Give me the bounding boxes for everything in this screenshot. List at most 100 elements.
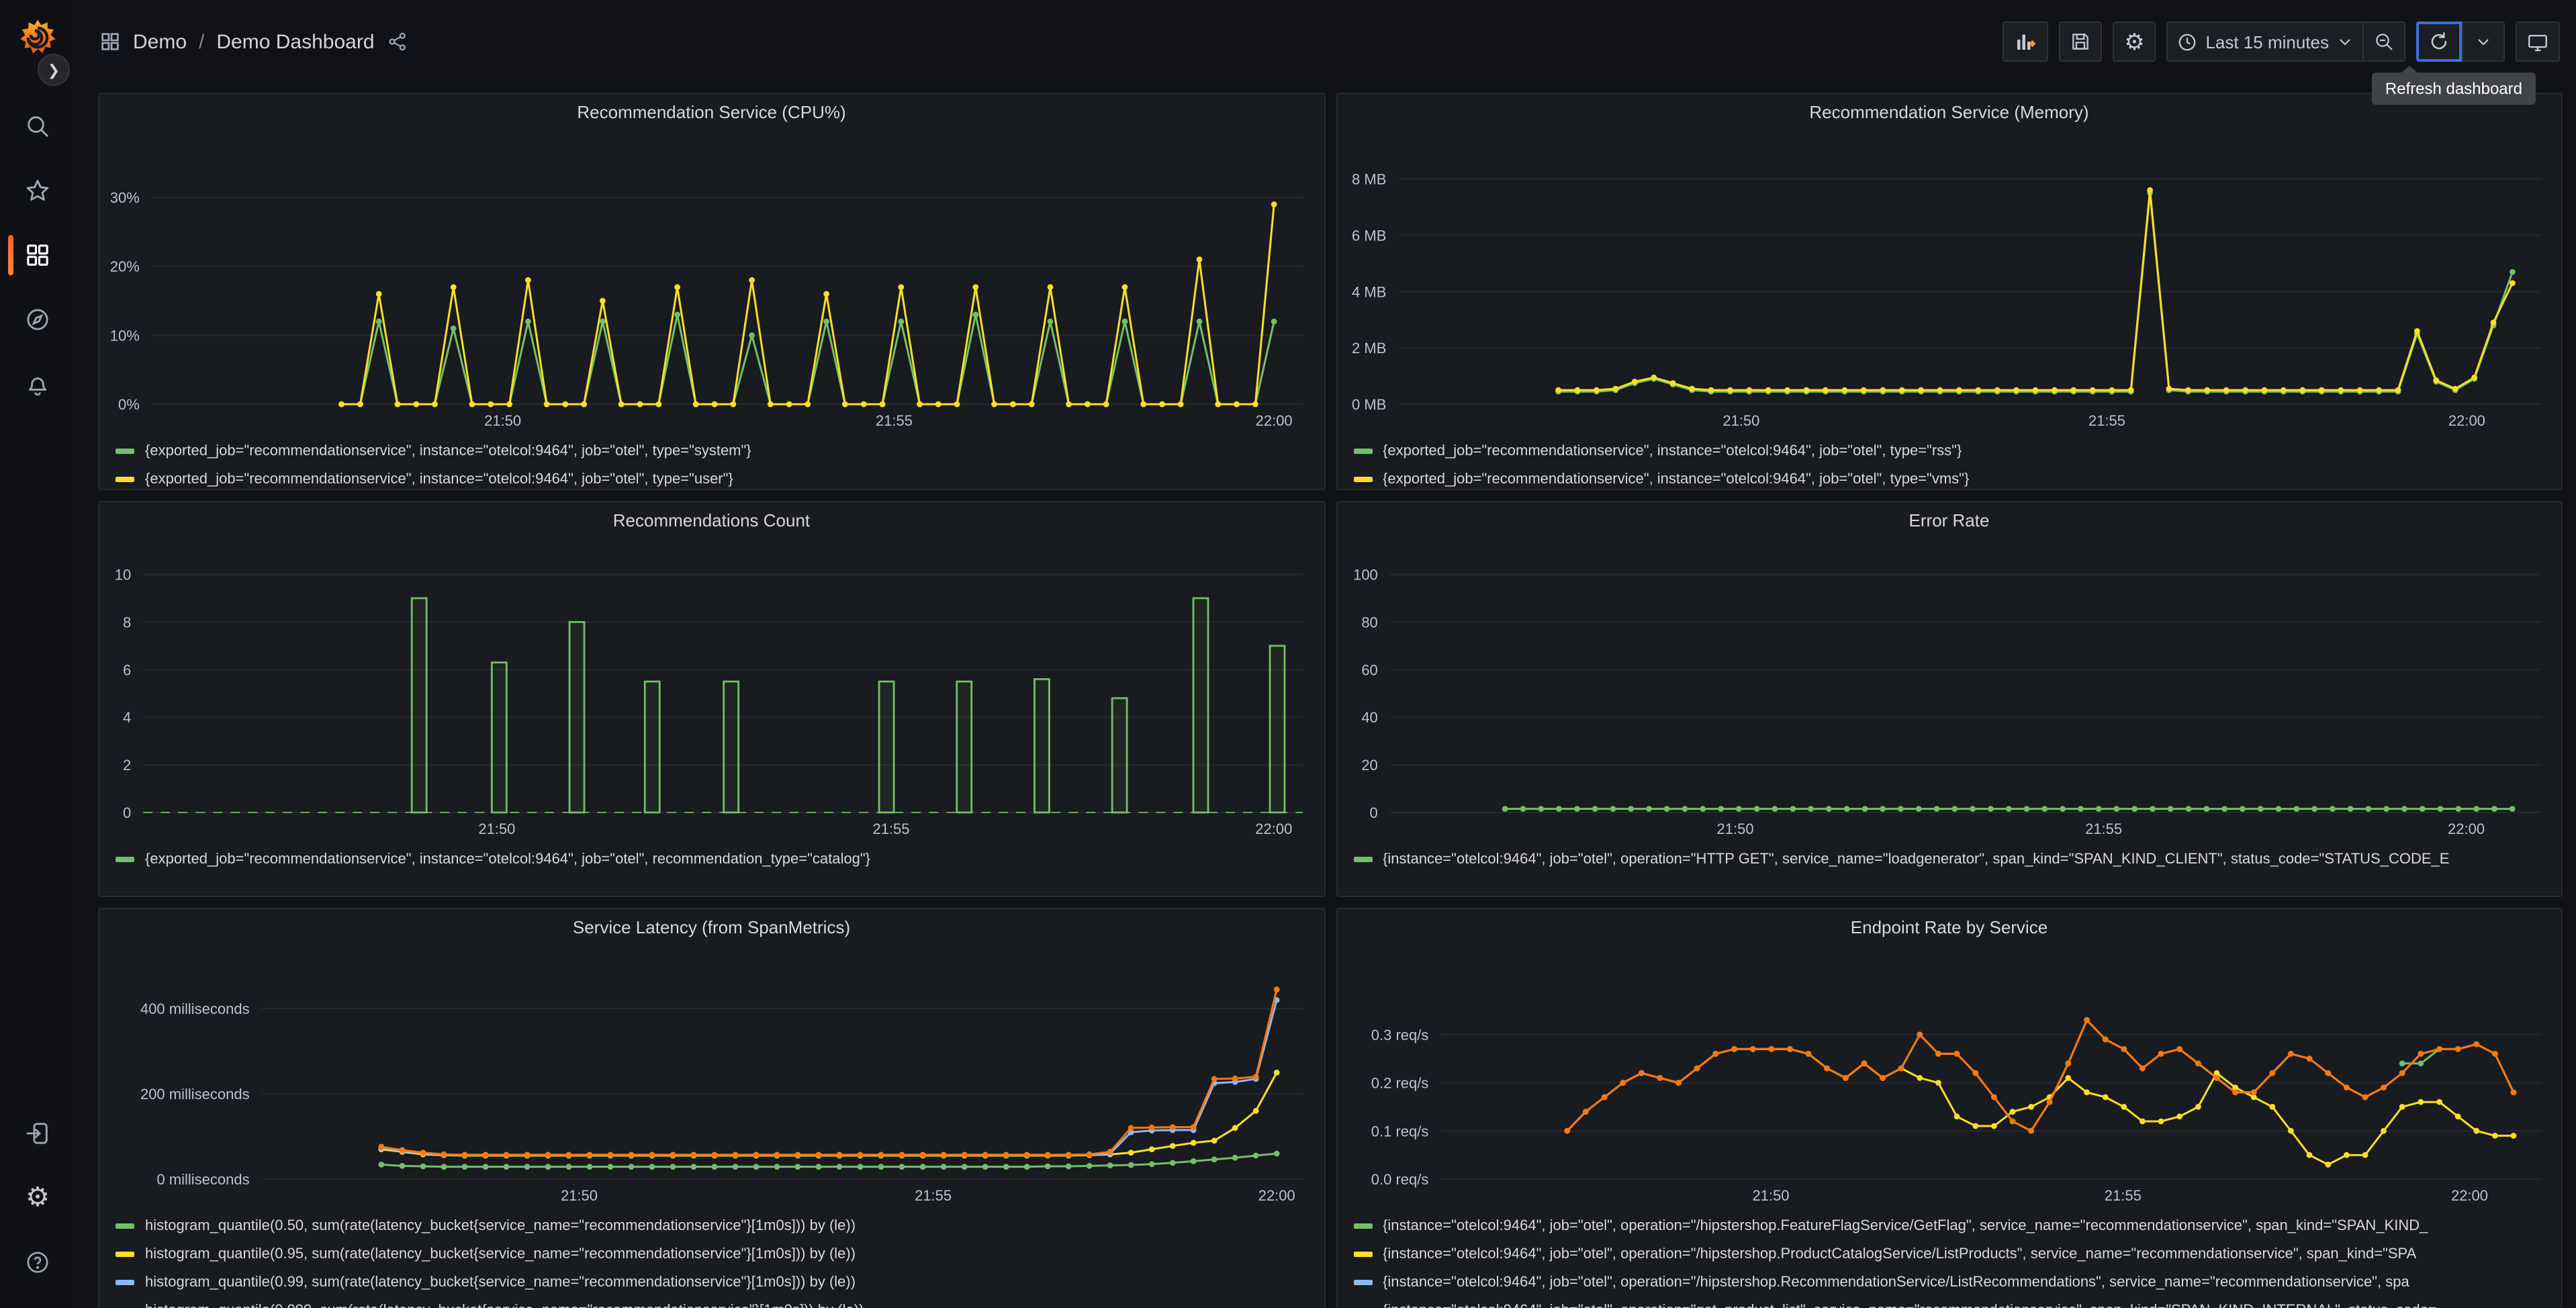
svg-text:0.3 req/s: 0.3 req/s (1371, 1027, 1428, 1043)
refresh-interval-dropdown[interactable] (2462, 21, 2505, 62)
refresh-button[interactable] (2416, 21, 2462, 62)
svg-text:8 MB: 8 MB (1351, 171, 1385, 188)
legend-swatch (1353, 476, 1372, 481)
panel-plot[interactable]: 0 MB 2 MB 4 MB 6 MB 8 MB 21:50 21:55 22:00 (1345, 132, 2553, 434)
legend-item[interactable]: {instance="otelcol:9464", job="otel", op… (1353, 1211, 2561, 1240)
sidebar-item-dashboards[interactable] (0, 223, 75, 287)
legend-item[interactable]: histogram_quantile(0.50, sum(rate(latenc… (116, 1211, 1324, 1240)
svg-text:20%: 20% (110, 259, 140, 275)
panel: Recommendation Service (CPU%) 0% 10% 20% 30… (98, 93, 1325, 490)
time-range-label: Last 15 minutes (2205, 32, 2329, 52)
legend-item[interactable]: {instance="otelcol:9464", job="otel", op… (1353, 1240, 2561, 1268)
panel-plot[interactable]: 0 20 40 60 80 100 21:50 21:55 22:00 (1345, 540, 2553, 842)
active-indicator (8, 235, 13, 275)
panel-legend: {exported_job="recommendationservice", i… (99, 434, 1324, 489)
time-range-picker[interactable]: Last 15 minutes (2166, 21, 2362, 62)
legend-item[interactable]: histogram_quantile(0.99, sum(rate(latenc… (116, 1268, 1324, 1296)
sidebar-bottom-group: ⚙ (0, 1101, 75, 1295)
save-dashboard-button[interactable] (2059, 21, 2103, 62)
svg-text:21:50: 21:50 (1716, 821, 1753, 837)
legend-item[interactable]: histogram_quantile(0.999, sum(rate(laten… (116, 1296, 1324, 1308)
sidebar-item-starred[interactable] (0, 158, 75, 223)
panel-title[interactable]: Recommendations Count (99, 502, 1324, 540)
svg-text:40: 40 (1361, 709, 1377, 726)
legend-item[interactable]: {instance="otelcol:9464", job="otel", op… (1353, 845, 2561, 873)
dashboards-grid-icon[interactable] (99, 31, 121, 52)
panel: Error Rate 0 20 40 60 80 100 21:50 21:55 22:00 {… (1336, 501, 2563, 897)
panel-title[interactable]: Recommendation Service (CPU%) (99, 94, 1324, 132)
sidebar-expand-button[interactable]: ❯ (38, 54, 70, 86)
refresh-group (2416, 21, 2505, 62)
dashboard-content: Recommendation Service (CPU%) 0% 10% 20% 30… (75, 83, 2576, 1308)
svg-text:20: 20 (1361, 757, 1377, 774)
legend-swatch (116, 1223, 134, 1228)
legend-swatch (1353, 448, 1372, 453)
sidebar-item-help[interactable] (0, 1230, 75, 1295)
panel-legend: {instance="otelcol:9464", job="otel", op… (1337, 1209, 2561, 1308)
legend-label: {exported_job="recommendationservice", i… (145, 442, 751, 459)
sidebar-item-alerting[interactable] (0, 352, 75, 416)
legend-label: {exported_job="recommendationservice", i… (145, 471, 733, 487)
svg-text:0.1 req/s: 0.1 req/s (1371, 1123, 1428, 1139)
panel-grid: Recommendation Service (CPU%) 0% 10% 20% 30… (98, 93, 2563, 1308)
panel-plot[interactable]: 0 milliseconds 200 milliseconds 400 millis… (107, 947, 1316, 1209)
svg-text:0 milliseconds: 0 milliseconds (156, 1171, 249, 1188)
panel: Recommendations Count 0 2 4 6 8 10 21:50 21:55 2… (98, 501, 1325, 897)
zoom-out-button[interactable] (2362, 21, 2405, 62)
svg-text:0%: 0% (118, 396, 140, 413)
legend-label: {instance="otelcol:9464", job="otel", op… (1383, 1246, 2417, 1262)
search-icon (28, 116, 49, 138)
legend-swatch (116, 1279, 134, 1284)
svg-text:10: 10 (115, 566, 131, 583)
svg-text:6: 6 (123, 661, 131, 678)
legend-item[interactable]: histogram_quantile(0.95, sum(rate(latenc… (116, 1240, 1324, 1268)
legend-label: histogram_quantile(0.999, sum(rate(laten… (145, 1302, 864, 1308)
sign-in-icon (26, 1123, 48, 1144)
add-panel-button[interactable] (2003, 21, 2049, 62)
legend-label: histogram_quantile(0.99, sum(rate(latenc… (145, 1274, 856, 1290)
panel-title[interactable]: Service Latency (from SpanMetrics) (99, 909, 1324, 947)
legend-label: {instance="otelcol:9464", job="otel", op… (1383, 1217, 2428, 1233)
panel-plot[interactable]: 0.0 req/s 0.1 req/s 0.2 req/s 0.3 req/s 21:5… (1345, 947, 2553, 1209)
breadcrumb: Demo / Demo Dashboard (99, 21, 408, 62)
svg-text:21:50: 21:50 (484, 412, 521, 429)
panel-legend: {exported_job="recommendationservice", i… (1337, 434, 2561, 489)
svg-text:2 MB: 2 MB (1351, 340, 1385, 357)
svg-text:8: 8 (123, 614, 131, 630)
sidebar-item-settings[interactable]: ⚙ (0, 1166, 75, 1230)
panel-title[interactable]: Endpoint Rate by Service (1337, 909, 2561, 947)
sidebar-item-explore[interactable] (0, 287, 75, 352)
breadcrumb-item-demo[interactable]: Demo (133, 30, 187, 53)
panel-plot[interactable]: 0% 10% 20% 30% 21:50 21:55 22:00 (107, 132, 1316, 434)
panel: Endpoint Rate by Service 0.0 req/s 0.1 re… (1336, 908, 2563, 1308)
legend-item[interactable]: {exported_job="recommendationservice", i… (116, 845, 1324, 873)
svg-text:0.0 req/s: 0.0 req/s (1371, 1171, 1428, 1188)
svg-text:0 MB: 0 MB (1351, 396, 1385, 413)
dashboard-settings-button[interactable]: ⚙ (2113, 21, 2156, 62)
sidebar-item-sign-in[interactable] (0, 1101, 75, 1166)
cycle-view-mode-button[interactable] (2516, 21, 2560, 62)
panel-legend: {instance="otelcol:9464", job="otel", op… (1337, 842, 2561, 878)
sidebar-item-search[interactable] (0, 94, 75, 158)
gear-icon: ⚙ (2124, 29, 2145, 54)
svg-text:0.2 req/s: 0.2 req/s (1371, 1075, 1428, 1092)
svg-text:21:55: 21:55 (872, 821, 909, 837)
svg-text:400 milliseconds: 400 milliseconds (140, 1000, 250, 1017)
svg-text:21:50: 21:50 (1751, 1187, 1788, 1204)
panel-plot[interactable]: 0 2 4 6 8 10 21:50 21:55 22:00 (107, 540, 1316, 842)
breadcrumb-item-dashboard[interactable]: Demo Dashboard (216, 30, 374, 53)
legend-item[interactable]: {exported_job="recommendationservice", i… (1353, 465, 2561, 489)
legend-item[interactable]: {exported_job="recommendationservice", i… (116, 465, 1324, 489)
svg-text:4 MB: 4 MB (1351, 283, 1385, 300)
svg-text:22:00: 22:00 (2450, 1187, 2487, 1204)
svg-text:21:50: 21:50 (478, 821, 515, 837)
legend-item[interactable]: {instance="otelcol:9464", job="otel", op… (1353, 1268, 2561, 1296)
legend-item[interactable]: {exported_job="recommendationservice", i… (1353, 436, 2561, 465)
legend-item[interactable]: {exported_job="recommendationservice", i… (116, 436, 1324, 465)
panel-legend: histogram_quantile(0.50, sum(rate(latenc… (99, 1209, 1324, 1308)
legend-item[interactable]: {instance="otelcol:9464", job="otel", op… (1353, 1296, 2561, 1308)
panel-title[interactable]: Error Rate (1337, 502, 2561, 540)
add-panel-icon (2017, 34, 2036, 50)
share-icon[interactable] (387, 31, 408, 52)
svg-text:21:55: 21:55 (2084, 821, 2121, 837)
